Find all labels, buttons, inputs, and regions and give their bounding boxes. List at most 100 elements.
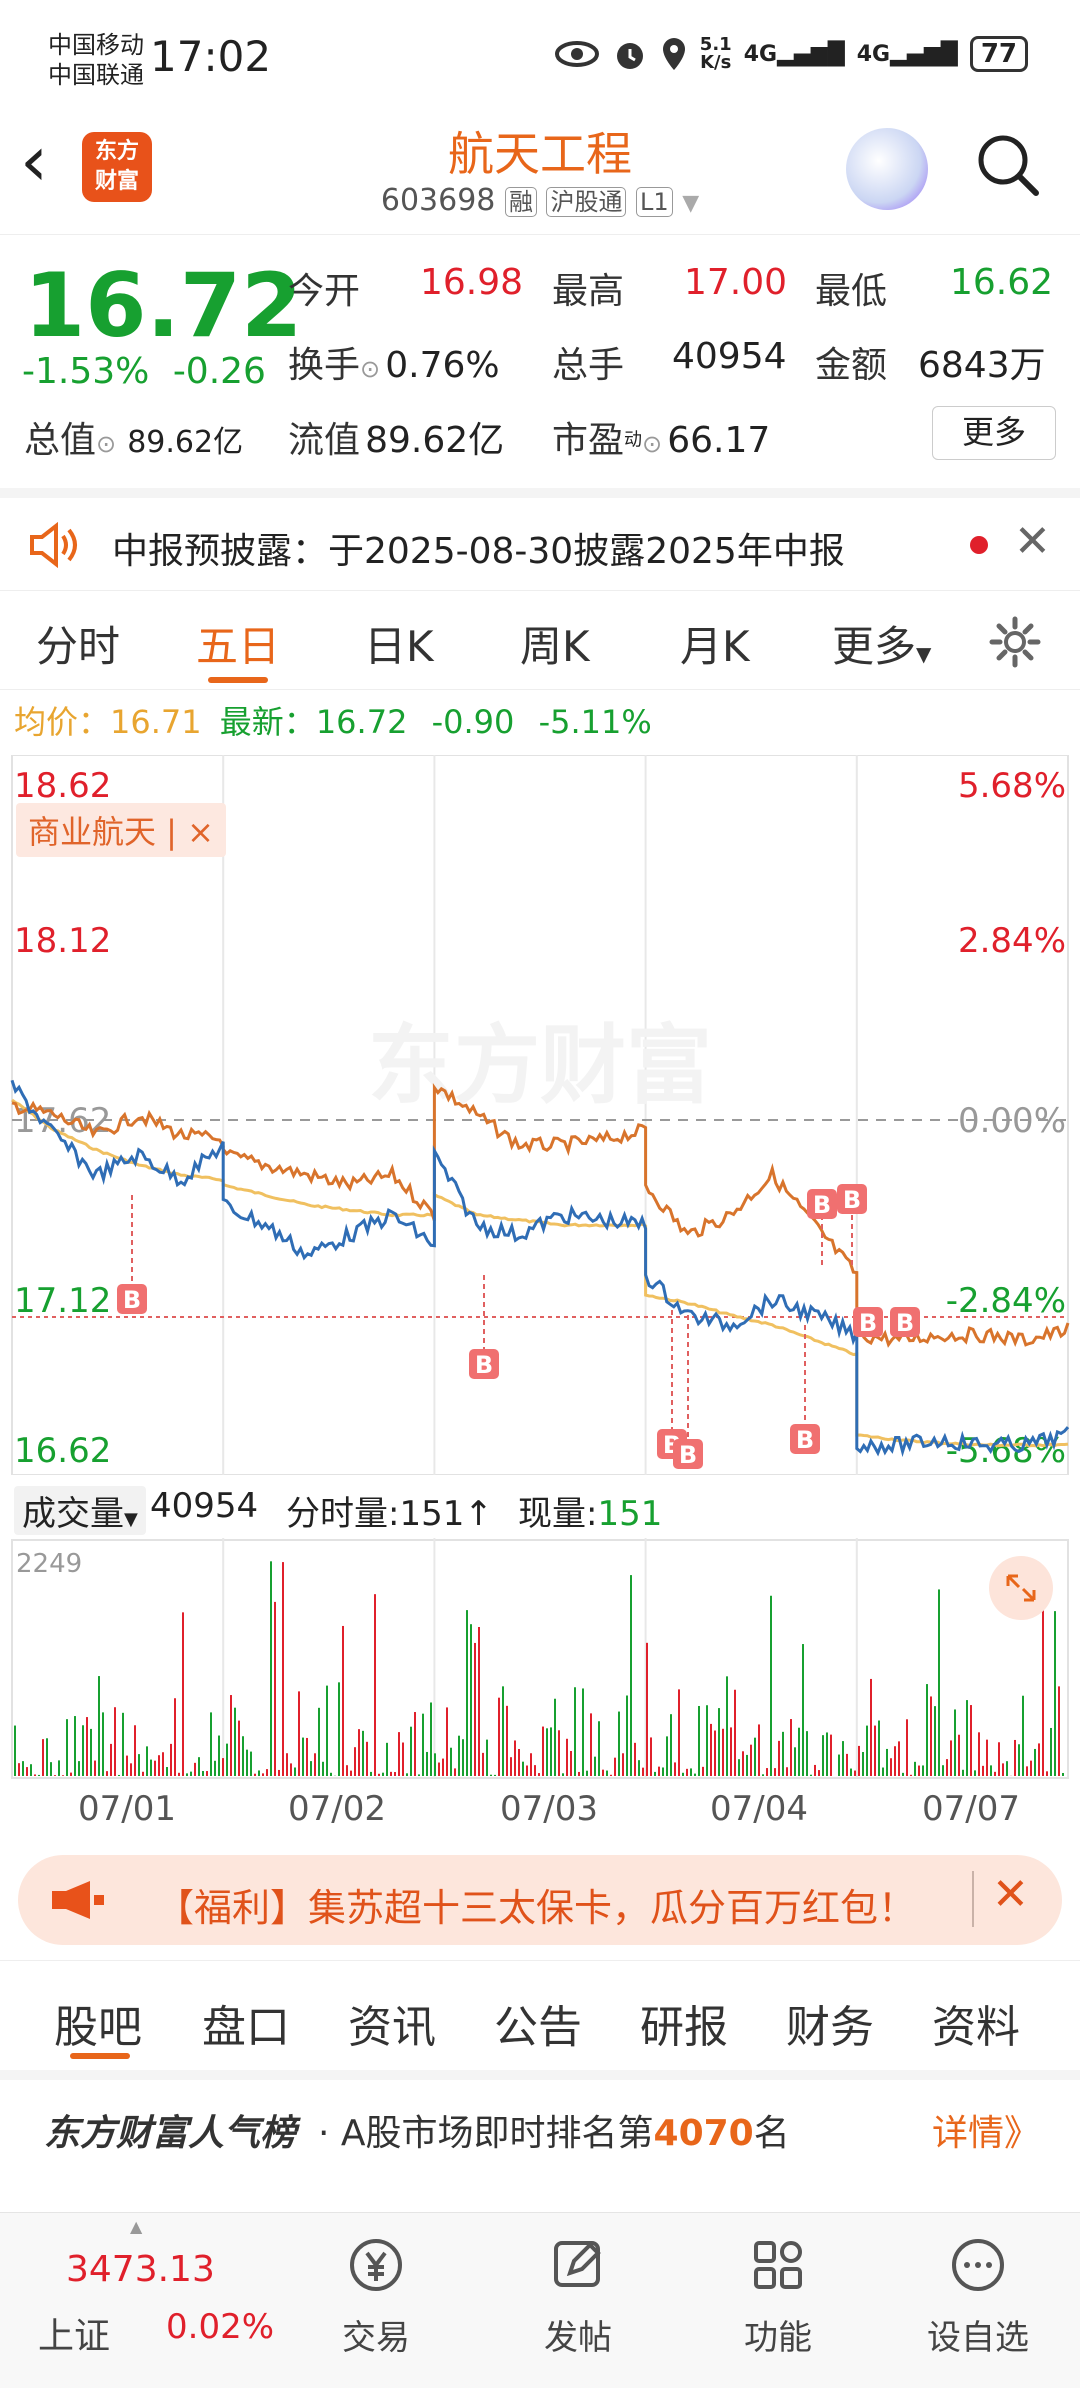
tab-profile[interactable]: 资料 xyxy=(932,1991,1020,2055)
caret-up-icon: ▲ xyxy=(130,2217,143,2236)
volume-bar xyxy=(258,1770,260,1776)
promo-banner[interactable]: 【福利】集苏超十三太保卡，瓜分百万红包！ ✕ xyxy=(18,1855,1062,1945)
dropdown-icon[interactable]: ▼ xyxy=(682,191,699,216)
volume-bar xyxy=(826,1732,828,1776)
pe-ratio: 市盈动⊙ 66.17 xyxy=(552,411,770,463)
volume-bar xyxy=(790,1719,792,1776)
info-icon[interactable]: ⊙ xyxy=(360,355,380,383)
volume-bar xyxy=(942,1765,944,1776)
volume-bar xyxy=(490,1774,492,1776)
connect-tag: 沪股通 xyxy=(546,187,627,217)
tab-monthly-k[interactable]: 月K xyxy=(680,613,750,674)
volume-bar xyxy=(550,1727,552,1776)
volume-bar xyxy=(90,1728,92,1776)
tab-minute[interactable]: 分时 xyxy=(36,613,120,674)
volume-bar xyxy=(402,1742,404,1776)
index-pct: 0.02% xyxy=(166,2307,275,2347)
volume-bar xyxy=(846,1753,848,1776)
nav-add-watchlist[interactable]: 设自选 xyxy=(898,2235,1058,2359)
volume-bar xyxy=(674,1762,676,1776)
volume-bar xyxy=(938,1589,940,1776)
close-icon[interactable]: ✕ xyxy=(992,1869,1029,1920)
volume-bar xyxy=(622,1753,624,1776)
info-icon[interactable]: ⊙ xyxy=(642,430,662,458)
tab-pankou[interactable]: 盘口 xyxy=(202,1991,290,2055)
volume-bar xyxy=(30,1764,32,1776)
tab-guba[interactable]: 股吧 xyxy=(54,1991,142,2055)
volume-bar xyxy=(770,1595,772,1776)
tab-more[interactable]: 更多▼ xyxy=(832,613,931,674)
volume-bar xyxy=(182,1612,184,1776)
volume-bar xyxy=(862,1752,864,1776)
info-icon[interactable]: ⊙ xyxy=(96,430,116,458)
volume-bar xyxy=(566,1738,568,1776)
volume-bar xyxy=(994,1771,996,1776)
trade-marker-label: B xyxy=(679,1441,697,1469)
change-amount: -0.26 xyxy=(172,351,266,392)
search-icon[interactable] xyxy=(975,132,1041,198)
level-tag[interactable]: L1 xyxy=(636,187,673,217)
volume-bar xyxy=(1034,1748,1036,1776)
chart-info-line: 均价：16.71 最新：16.72 -0.90 -5.11% xyxy=(0,692,1080,752)
volume-bar xyxy=(42,1739,44,1776)
net-type-2: 4G xyxy=(856,41,891,67)
volume-bar xyxy=(930,1696,932,1776)
volume-bar xyxy=(986,1739,988,1776)
tab-finance[interactable]: 财务 xyxy=(786,1991,874,2055)
tab-news[interactable]: 资讯 xyxy=(348,1991,436,2055)
volume-bar xyxy=(78,1761,80,1776)
net-speed-unit: K/s xyxy=(700,52,732,73)
robot-assistant-icon[interactable] xyxy=(846,128,928,210)
index-widget[interactable]: ▲ 3473.13 上证 0.02% xyxy=(0,2217,300,2373)
tab-weekly-k[interactable]: 周K xyxy=(520,613,590,674)
volume-bar xyxy=(946,1759,948,1776)
volume-bar xyxy=(266,1769,268,1776)
volume-bar xyxy=(274,1601,276,1776)
volume-bar xyxy=(498,1697,500,1776)
tab-daily-k[interactable]: 日K xyxy=(364,613,434,674)
nav-post[interactable]: 发帖 xyxy=(498,2235,658,2359)
nav-functions-label: 功能 xyxy=(744,2318,812,2358)
open-label: 今开 xyxy=(288,271,361,312)
volume-bar xyxy=(130,1763,132,1776)
volume-bar xyxy=(518,1748,520,1776)
rank-detail-link[interactable]: 详情》 xyxy=(932,2104,1040,2156)
location-icon xyxy=(662,38,685,70)
tab-five-day[interactable]: 五日 xyxy=(196,613,280,674)
float-cap-label: 流值 xyxy=(288,420,361,461)
y-tick-left: 18.62 xyxy=(14,766,111,806)
concept-tag[interactable]: 商业航天 | × xyxy=(16,803,226,857)
popularity-rank[interactable]: 东方财富人气榜 · A股市场即时排名第4070名 详情》 xyxy=(0,2070,1080,2170)
five-day-chart[interactable]: 东方财富 18.62 18.12 17.62 17.12 16.62 5.68% 2.84% 0… xyxy=(0,754,1080,1476)
volume-bar xyxy=(786,1767,788,1776)
volume-bar xyxy=(950,1740,952,1776)
current-volume-label: 现量: xyxy=(518,1494,598,1534)
price-change: -1.53% -0.26 xyxy=(22,351,266,392)
volume-bar xyxy=(558,1730,560,1776)
volume-bar xyxy=(282,1562,284,1776)
volume-bar xyxy=(798,1727,800,1776)
volume-bar xyxy=(338,1682,340,1776)
volume-bar xyxy=(298,1691,300,1776)
volume-bar xyxy=(326,1685,328,1776)
close-icon[interactable]: ✕ xyxy=(1014,516,1051,567)
active-tab-indicator xyxy=(70,2053,130,2059)
volume-bar xyxy=(882,1767,884,1776)
net-type-1: 4G xyxy=(743,41,778,67)
gear-icon[interactable] xyxy=(988,615,1042,669)
volume-bar xyxy=(598,1721,600,1776)
volume-bar xyxy=(34,1774,36,1776)
tab-announcements[interactable]: 公告 xyxy=(494,1991,582,2055)
tab-research[interactable]: 研报 xyxy=(640,1991,728,2055)
volume-selector[interactable]: 成交量▼ xyxy=(14,1486,146,1535)
volume-bar xyxy=(434,1753,436,1776)
nav-trade[interactable]: 交易 xyxy=(296,2235,456,2359)
volume-bar xyxy=(114,1707,116,1776)
more-button[interactable]: 更多 xyxy=(932,406,1056,460)
date-label: 07/01 xyxy=(78,1789,176,1829)
volume-bar xyxy=(214,1760,216,1776)
nav-functions[interactable]: 功能 xyxy=(698,2235,858,2359)
notice-bar[interactable]: 中报预披露：于2025-08-30披露2025年中报 ✕ xyxy=(0,488,1080,588)
volume-bar xyxy=(210,1712,212,1776)
volume-bar xyxy=(378,1773,380,1776)
